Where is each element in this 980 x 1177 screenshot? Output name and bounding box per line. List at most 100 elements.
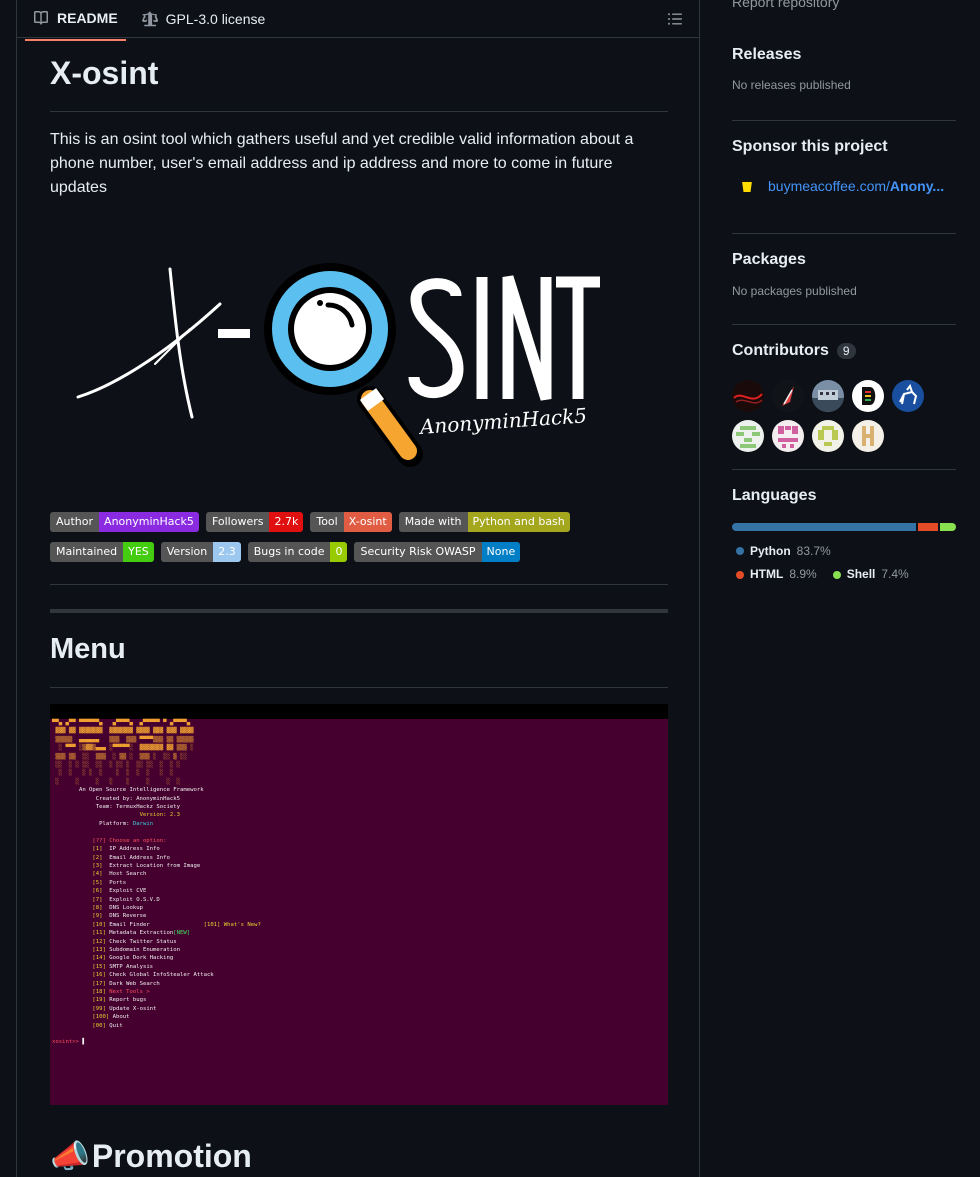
language-dot [736,570,744,579]
readme-panel: README GPL-3.0 license X-osint This is a… [16,0,700,1177]
coffee-cup-icon [741,180,753,192]
option-label: Update X-osint [105,1005,157,1012]
avatar[interactable] [812,380,844,412]
badge-followers[interactable]: Followers 2.7k [205,512,304,532]
magnifier-icon [264,263,423,467]
ascii-banner: ▀▀▄ ▄▀▀ ▀▀▀▀▀▀▄ ▄▀▀▀▀▄ ▄▀▀▀▀▀ ▀ ▄▀▀▀▀▄ ▓… [52,720,194,785]
option-number: [10] [92,921,106,928]
packages-title: Packages [732,251,806,268]
badge-security-risk-owasp[interactable]: Security Risk OWASP None [354,542,521,562]
option-number: [18] [92,989,106,995]
language-item-html[interactable]: HTML 8.9% [736,563,817,586]
badge-tool[interactable]: Tool X-osint [310,512,392,532]
badge-author[interactable]: Author AnonyminHack5 [50,512,199,532]
avatar[interactable] [772,380,804,412]
option-label: Email Address Info [102,854,170,861]
terminal-version: Version: 2.3 [139,812,180,819]
terminal-option: [12] Check Twitter Status [52,939,176,945]
xosint-logo: AnonyminHack5 [76,263,600,467]
language-bar-segment [939,523,956,531]
badge-key: Tool [310,512,344,532]
terminal-titlebar [50,704,668,719]
terminal-option: [10] Email Finder [101] What's New? [52,921,260,928]
option-number: [19] [92,997,106,1004]
option-number: [8] [92,904,103,911]
avatar[interactable] [852,380,884,412]
language-percent: 83.7% [796,543,831,558]
option-label: Google Dork Hacking [105,955,174,962]
terminal-option: [8] DNS Lookup [52,905,143,911]
terminal-option: [11] Metadata Extraction[NEW] [52,930,190,936]
language-item-python[interactable]: Python 83.7% [736,540,831,563]
releases-heading[interactable]: Releases [732,46,956,64]
avatar[interactable] [772,420,804,452]
releases-section: Releases No releases published [732,46,956,121]
option-number: [14] [92,955,106,962]
option-number: [5] [92,879,103,886]
terminal-option: [14] Google Dork Hacking [52,955,173,961]
badge-key: Bugs in code [247,542,331,562]
language-list: Python 83.7% HTML 8.9% Shell 7.4% [732,539,956,586]
badge-version[interactable]: Version 2.3 [160,542,241,562]
avatar[interactable] [732,380,764,412]
terminal-option: [19] Report bugs [52,997,146,1003]
contributor-avatars [732,380,932,452]
option-number: [99] [92,1005,106,1012]
menu-screenshot: ▀▀▄ ▄▀▀ ▀▀▀▀▀▀▄ ▄▀▀▀▀▄ ▄▀▀▀▀▀ ▀ ▄▀▀▀▀▄ ▓… [50,704,668,1105]
releases-title: Releases [732,46,802,63]
option-label: Exploit CVE [102,888,147,895]
page: README GPL-3.0 license X-osint This is a… [0,0,980,1177]
option-number: [9] [92,913,103,920]
outline-list-icon[interactable] [667,11,683,27]
language-item-shell[interactable]: Shell 7.4% [832,563,909,586]
logo-signature: AnonyminHack5 [417,403,587,439]
sponsor-link-prefix: buymeacoffee.com/ [768,178,890,194]
badge-value: Python and bash [467,512,570,532]
readme-tabs: README GPL-3.0 license [17,0,699,41]
sponsor-link-handle: Anony... [889,178,945,194]
sponsor-link[interactable]: buymeacoffee.com/Anony... [732,178,956,194]
report-repository-link[interactable]: Report repository [732,0,839,10]
contributors-title: Contributors [732,342,829,359]
language-percent: 8.9% [789,567,817,581]
language-name: HTML [750,567,784,581]
option-label: Email Finder [105,921,150,928]
badge-bugs-in-code[interactable]: Bugs in code 0 [247,542,348,562]
divider [50,584,668,585]
badge-value: 2.7k [269,512,304,532]
badges: Author AnonyminHack5 Followers 2.7k Tool X-os… [50,512,668,572]
badge-value: None [481,542,521,562]
badge-maintained[interactable]: Maintained YES [50,542,154,562]
option-label: Check Global InfoStealer Attack [105,972,214,979]
option-label: DNS Reverse [102,913,147,920]
badge-value: 2.3 [213,542,241,562]
sponsor-heading: Sponsor this project [732,138,956,156]
avatar[interactable] [852,420,884,452]
avatar[interactable] [892,380,924,412]
badge-made-with[interactable]: Made with Python and bash [398,512,570,532]
avatar[interactable] [732,420,764,452]
terminal-option: [18] Next Tools > [52,989,149,995]
option-label: Extract Location from Image [102,862,201,869]
terminal-option: [17] Dark Web Search [52,981,159,987]
option-label: Exploit O.S.V.D [102,896,160,903]
option-number: [00] [92,1022,106,1029]
sponsor-title: Sponsor this project [732,138,888,155]
new-tag: [NEW] [173,930,191,937]
avatar[interactable] [812,420,844,452]
option-number: [15] [92,963,106,970]
terminal-option: [9] DNS Reverse [52,913,146,919]
option-number: [100] [92,1014,110,1021]
languages-section: Languages Python 83.7% HTML 8.9% Shell 7.4% [732,487,956,587]
packages-heading[interactable]: Packages [732,251,956,269]
terminal-output: ▀▀▄ ▄▀▀ ▀▀▀▀▀▀▄ ▄▀▀▀▀▄ ▄▀▀▀▀▀ ▀ ▄▀▀▀▀▄ ▓… [52,720,261,1046]
badge-row-1: Author AnonyminHack5 Followers 2.7k Tool X-os… [50,512,668,532]
tab-readme[interactable]: README [25,0,126,41]
option-label: DNS Lookup [102,904,143,911]
contributors-heading[interactable]: Contributors 9 [732,342,956,360]
badge-key: Version [160,542,214,562]
option-number: [4] [92,871,103,878]
terminal-option: [7] Exploit O.S.V.D [52,896,160,903]
tab-license[interactable]: GPL-3.0 license [134,0,274,41]
sponsor-section: Sponsor this project buymeacoffee.com/An… [732,138,956,234]
